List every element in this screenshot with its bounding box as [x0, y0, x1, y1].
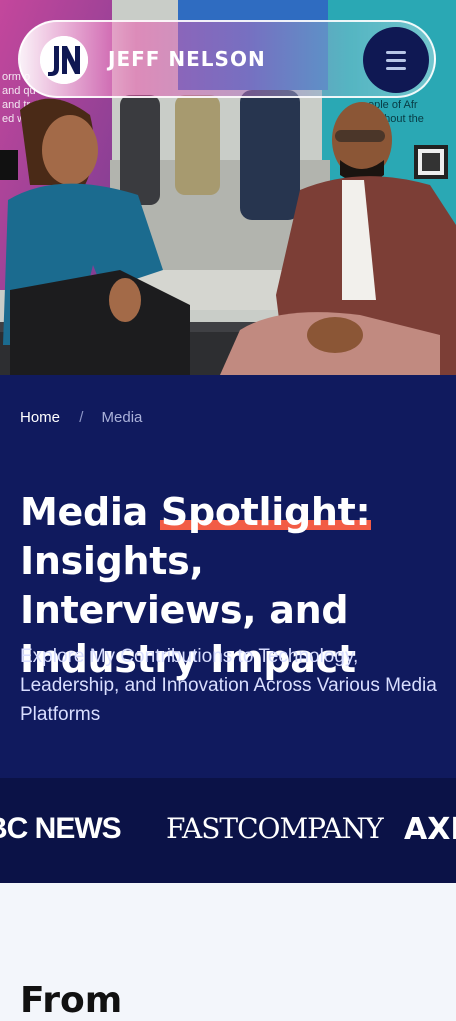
hamburger-menu-icon [386, 50, 406, 54]
page-subtitle: Explore My Contributions to Technology, … [20, 646, 437, 725]
hamburger-menu-icon-line [386, 58, 406, 62]
breadcrumb-separator: / [79, 409, 84, 426]
brand-name[interactable]: JEFF NELSON [108, 47, 266, 71]
jn-monogram-svg [40, 36, 88, 84]
cbs-news-logo: BC NEWS [0, 812, 122, 845]
next-section-heading: From [20, 979, 123, 1021]
site-header: JEFF NELSON [18, 20, 436, 98]
fast-company-logo: FASTCOMPANY [166, 812, 384, 845]
hamburger-menu-button[interactable] [363, 27, 429, 93]
breadcrumb-home-link[interactable]: Home [20, 409, 60, 426]
media-intro-section: Home / Media Media Spotlight: Insights, … [0, 375, 456, 778]
breadcrumb-current: Media [101, 409, 143, 426]
hamburger-menu-icon-line [386, 66, 406, 70]
page-title-highlight: Spotlight: [159, 488, 371, 537]
page-title-part-1: Media [20, 490, 161, 535]
breadcrumb: Home / Media [20, 409, 142, 426]
media-logo-strip: BC NEWS FASTCOMPANY AXI [0, 778, 456, 883]
axios-logo: AXI [404, 812, 456, 847]
jn-monogram-icon[interactable] [40, 36, 88, 84]
